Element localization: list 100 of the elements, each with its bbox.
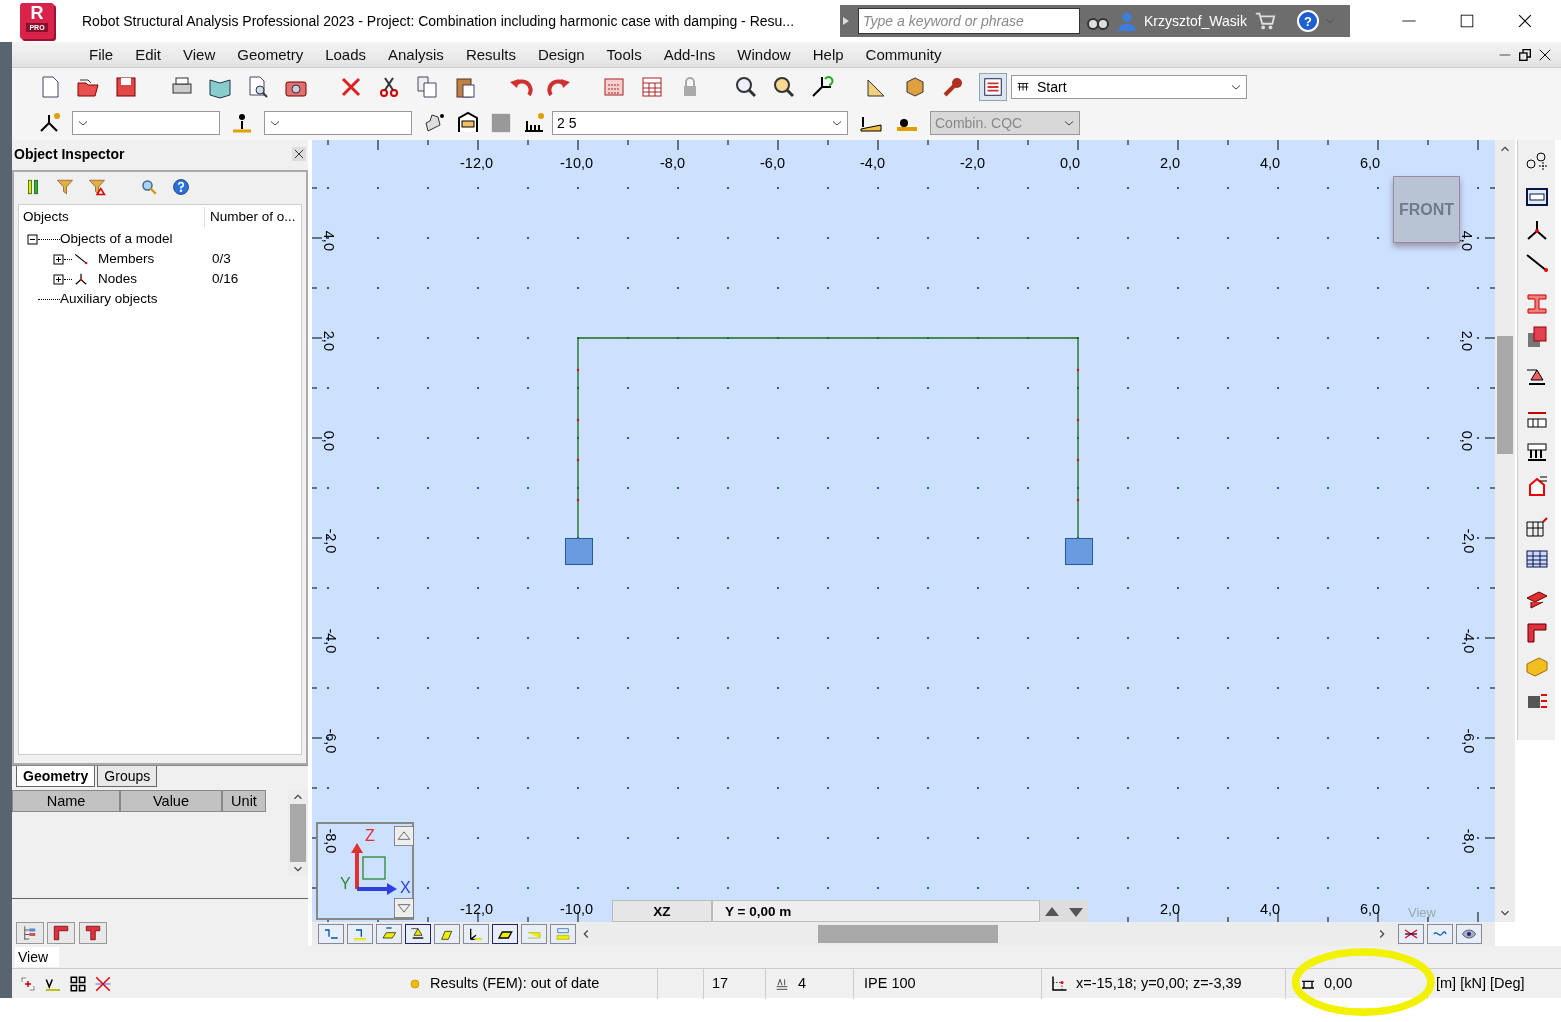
cross-section-button[interactable] [1398,924,1424,944]
wrench-icon[interactable] [941,75,965,99]
panel-tab[interactable]: Geometry [16,766,96,787]
eye-button[interactable] [1456,924,1482,944]
list-icon [982,76,1004,98]
tree-button[interactable] [15,922,44,944]
axis-label: 4,0 [1260,900,1281,919]
node-select[interactable] [72,111,220,135]
zoom-all-icon[interactable] [771,75,796,99]
load-query-icon[interactable] [522,111,546,135]
user-menu[interactable]: Krzysztof_Wasik [1144,10,1247,32]
cursor-coordinates: x=-15,18; y=0,00; z=-3,39 [1076,973,1242,993]
tree-item[interactable]: Objects of a model [60,228,173,250]
view-field[interactable]: View [15,947,59,967]
node-label-button[interactable] [347,924,373,944]
scroll-bar[interactable] [1495,140,1515,922]
load-symbols-button[interactable] [434,924,460,944]
menu-item[interactable]: Design [526,43,596,66]
menu-item[interactable]: Geometry [226,43,315,66]
zoom-icon[interactable] [733,75,758,99]
menu-item[interactable]: Window [726,43,802,66]
help-icon[interactable] [172,178,190,196]
menu-item[interactable]: Community [854,43,953,66]
expander-icon[interactable] [27,233,38,245]
results-status: Results (FEM): out of date [430,973,600,993]
menu-item[interactable]: Edit [124,43,173,66]
values-button[interactable] [550,924,576,944]
menu-item[interactable]: File [78,43,125,66]
find-icon[interactable] [140,178,158,196]
scissors-icon[interactable] [377,75,401,99]
menu-item[interactable]: Loads [314,43,377,66]
axis-label: 6,0 [1360,900,1381,919]
support-symbols-button[interactable] [405,924,431,944]
section-name: IPE 100 [864,973,916,993]
t-section-button[interactable] [78,922,107,944]
deformation-button[interactable] [1427,924,1453,944]
properties-button[interactable] [979,73,1007,101]
angle-value: 0,00 [1324,973,1353,993]
copy-icon[interactable] [415,75,439,99]
menu-item[interactable]: Add-Ins [652,43,727,66]
cube-icon[interactable] [903,75,927,99]
crossed-out-icon[interactable] [94,974,112,993]
filter-clear-icon[interactable] [88,178,106,196]
delete-icon[interactable] [339,75,363,99]
scroll-bar[interactable] [288,790,308,876]
section-icon[interactable] [1524,621,1549,645]
table-icon[interactable] [1524,547,1549,571]
section-button[interactable] [47,922,75,944]
down-button[interactable] [1064,900,1088,922]
rotate-up-button[interactable] [394,826,414,846]
axis-label: -12,0 [460,900,494,919]
scroll-thumb[interactable] [818,925,998,943]
logo-letter: R [30,3,44,23]
axis-label: -10,0 [560,900,594,919]
restore-icon[interactable] [1516,46,1533,63]
menu-item[interactable]: Tools [595,43,653,66]
search-field[interactable]: Type a keyword or phrase [858,8,1080,34]
menu-item[interactable]: Help [801,43,855,66]
expander-icon[interactable] [53,253,64,265]
node-numbers-button[interactable] [318,924,344,944]
axis-name: Z [365,826,375,846]
axis-label: -12,0 [460,154,494,173]
table-icon[interactable] [640,75,664,99]
frame-grid-icon[interactable] [1524,514,1549,538]
square-icon[interactable] [490,112,512,134]
expander-icon[interactable] [53,273,64,285]
layout-select[interactable]: Start [1011,75,1247,99]
up-button[interactable] [1040,900,1064,922]
frame-icon[interactable] [456,111,480,135]
grid-plus-icon[interactable] [19,974,37,993]
drawing-canvas[interactable]: -12,0 -10,0 -8,0 -6,0 -4,0 -2,0 0,0 2,0 4,0 6,0 -12,0 -10,0 2,0 4,0 6,0 4,0 2,0 0,0 -2,0 -4,0 -6,0 -8,0 4,0 2,0 0,0 -2,0 -4,0 -6,0 -8,0 FRONT Z Y X XZ Y = 0,00 m View [312,140,1495,922]
menu-item[interactable]: Analysis [377,43,455,66]
bar-icon[interactable] [1524,251,1549,275]
axis-label: 2,0 [1457,330,1476,351]
node-count: 17 [712,973,729,993]
grid-icon[interactable] [69,974,87,993]
hand-query-icon[interactable] [422,111,446,135]
panel-numbers-button[interactable] [376,924,402,944]
help-button[interactable]: ? [1296,10,1319,32]
menu-item[interactable]: View [172,43,227,66]
panel-button[interactable] [492,924,518,944]
tree-item[interactable]: Members [98,248,155,270]
menu-item[interactable]: Results [454,43,527,66]
panel-tab[interactable]: Groups [97,766,158,787]
tree-item[interactable]: Nodes [98,268,138,290]
distributed-load-icon[interactable] [1524,440,1549,464]
scroll-thumb[interactable] [1497,336,1513,454]
rotate-down-button[interactable] [394,898,414,918]
window-icon[interactable] [1524,185,1549,209]
i-beam-icon[interactable] [1524,292,1549,316]
calculator-icon[interactable] [602,75,626,99]
case-select[interactable]: 2 5 [552,111,848,135]
tree-item[interactable]: Auxiliary objects [60,288,158,310]
member-query-icon[interactable] [230,111,254,135]
local-axes-button[interactable] [463,924,489,944]
axis-label: -6,0 [760,154,785,173]
paste-icon[interactable] [453,75,477,99]
member-select[interactable] [264,111,412,135]
close-icon[interactable] [292,147,306,161]
filter-icon[interactable] [56,178,74,196]
